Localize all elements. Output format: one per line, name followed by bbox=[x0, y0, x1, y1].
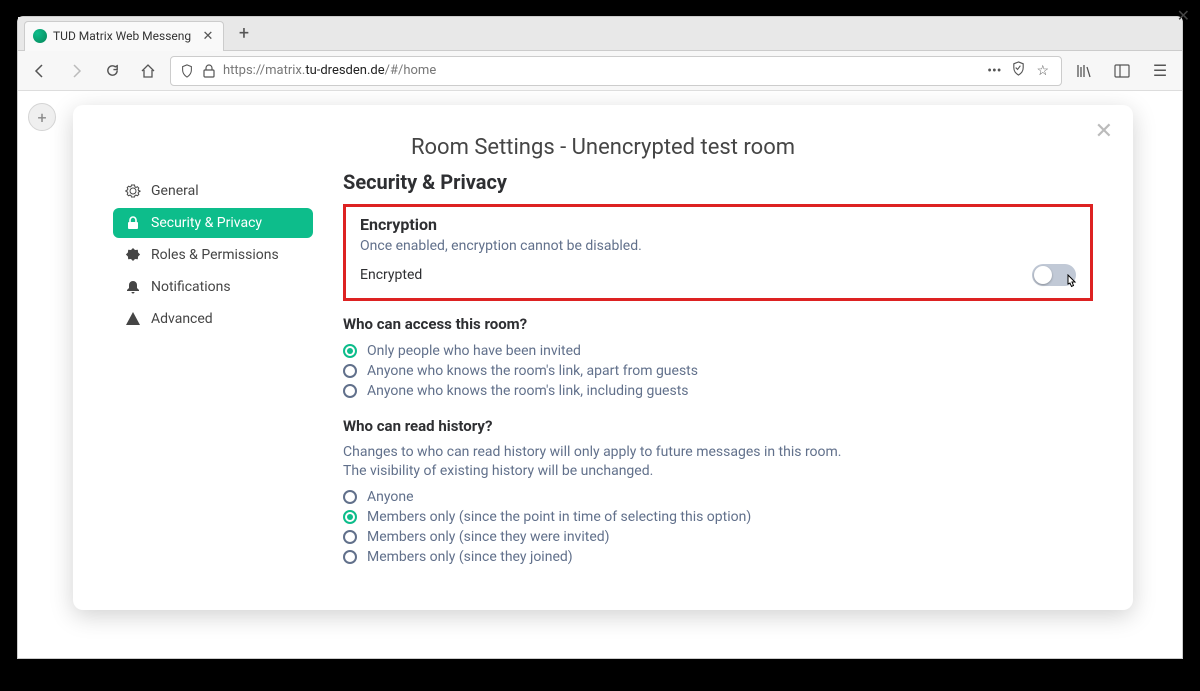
access-option[interactable]: Anyone who knows the room's link, includ… bbox=[343, 381, 1093, 401]
settings-panel: Security & Privacy Encryption Once enabl… bbox=[343, 170, 1093, 590]
toggle-label: Encrypted bbox=[360, 267, 422, 283]
window-close-icon[interactable]: ✕ bbox=[1177, 6, 1190, 25]
forward-button[interactable] bbox=[62, 57, 90, 85]
reload-button[interactable] bbox=[98, 57, 126, 85]
radio-icon bbox=[343, 384, 357, 398]
radio-icon bbox=[343, 530, 357, 544]
tab-bar: TUD Matrix Web Messeng ✕ + bbox=[18, 17, 1182, 51]
bookmark-star-icon[interactable]: ☆ bbox=[1036, 63, 1049, 79]
radio-icon bbox=[343, 550, 357, 564]
history-section: Who can read history? Changes to who can… bbox=[343, 417, 1093, 567]
history-option[interactable]: Members only (since they were invited) bbox=[343, 527, 1093, 547]
page-content: + M ✕ Room Settings - Unencrypted test r… bbox=[18, 91, 1182, 658]
badge-icon bbox=[125, 247, 141, 263]
access-section: Who can access this room? Only people wh… bbox=[343, 315, 1093, 401]
toggle-knob bbox=[1034, 266, 1052, 284]
radio-icon bbox=[343, 510, 357, 524]
tab-close-icon[interactable]: ✕ bbox=[201, 29, 215, 43]
add-room-button[interactable]: + bbox=[28, 103, 56, 131]
nav-item-advanced[interactable]: Advanced bbox=[113, 304, 313, 334]
history-option[interactable]: Members only (since the point in time of… bbox=[343, 507, 1093, 527]
bell-icon bbox=[125, 279, 141, 295]
nav-item-security[interactable]: Security & Privacy bbox=[113, 208, 313, 238]
nav-item-label: Advanced bbox=[151, 311, 213, 327]
radio-icon bbox=[343, 364, 357, 378]
radio-label: Anyone who knows the room's link, apart … bbox=[367, 363, 698, 379]
browser-tab[interactable]: TUD Matrix Web Messeng ✕ bbox=[24, 21, 224, 51]
page-actions-icon[interactable]: ••• bbox=[987, 63, 1001, 79]
new-tab-button[interactable]: + bbox=[230, 20, 258, 48]
favicon-icon bbox=[33, 29, 47, 43]
gear-icon bbox=[125, 183, 141, 199]
radio-label: Anyone bbox=[367, 489, 414, 505]
nav-item-roles[interactable]: Roles & Permissions bbox=[113, 240, 313, 270]
url-text: https://matrix.tu-dresden.de/#/home bbox=[223, 63, 981, 78]
access-option[interactable]: Anyone who knows the room's link, apart … bbox=[343, 361, 1093, 381]
radio-label: Only people who have been invited bbox=[367, 343, 581, 359]
nav-item-label: Security & Privacy bbox=[151, 215, 262, 231]
section-title: Who can access this room? bbox=[343, 315, 1093, 333]
home-button[interactable] bbox=[134, 57, 162, 85]
nav-item-general[interactable]: General bbox=[113, 176, 313, 206]
history-option[interactable]: Anyone bbox=[343, 487, 1093, 507]
menu-icon[interactable]: ☰ bbox=[1146, 57, 1174, 85]
room-settings-dialog: ✕ Room Settings - Unencrypted test room … bbox=[73, 105, 1133, 610]
radio-icon bbox=[343, 490, 357, 504]
radio-label: Anyone who knows the room's link, includ… bbox=[367, 383, 689, 399]
library-icon[interactable] bbox=[1070, 57, 1098, 85]
reader-shield-icon[interactable] bbox=[1011, 61, 1026, 80]
section-description: Once enabled, encryption cannot be disab… bbox=[360, 238, 1076, 254]
section-title: Encryption bbox=[360, 215, 1076, 234]
history-option[interactable]: Members only (since they joined) bbox=[343, 547, 1093, 567]
section-title: Who can read history? bbox=[343, 417, 1093, 435]
nav-item-notifications[interactable]: Notifications bbox=[113, 272, 313, 302]
nav-item-label: Roles & Permissions bbox=[151, 247, 279, 263]
close-icon[interactable]: ✕ bbox=[1095, 121, 1113, 143]
nav-toolbar: https://matrix.tu-dresden.de/#/home ••• … bbox=[18, 51, 1182, 91]
lock-icon bbox=[125, 215, 141, 231]
back-button[interactable] bbox=[26, 57, 54, 85]
browser-window: ✕ TUD Matrix Web Messeng ✕ + ht bbox=[17, 16, 1183, 659]
address-bar[interactable]: https://matrix.tu-dresden.de/#/home ••• … bbox=[170, 56, 1062, 86]
warning-icon bbox=[125, 311, 141, 327]
radio-label: Members only (since they were invited) bbox=[367, 529, 610, 545]
dialog-title: Room Settings - Unencrypted test room bbox=[113, 135, 1093, 160]
section-note: Changes to who can read history will onl… bbox=[343, 443, 1093, 481]
cursor-pointer-icon bbox=[1064, 274, 1078, 294]
lock-icon[interactable] bbox=[201, 63, 217, 79]
radio-label: Members only (since the point in time of… bbox=[367, 509, 751, 525]
shield-icon[interactable] bbox=[179, 63, 195, 79]
sidebar-toggle-icon[interactable] bbox=[1108, 57, 1136, 85]
radio-icon bbox=[343, 344, 357, 358]
radio-label: Members only (since they joined) bbox=[367, 549, 573, 565]
tab-title: TUD Matrix Web Messeng bbox=[53, 29, 195, 43]
encryption-toggle[interactable] bbox=[1032, 264, 1076, 286]
access-option[interactable]: Only people who have been invited bbox=[343, 341, 1093, 361]
settings-nav: General Security & Privacy Roles & Permi… bbox=[113, 170, 313, 590]
encryption-section: Encryption Once enabled, encryption cann… bbox=[343, 204, 1093, 301]
panel-heading: Security & Privacy bbox=[343, 170, 1093, 194]
nav-item-label: Notifications bbox=[151, 279, 231, 295]
nav-item-label: General bbox=[151, 183, 199, 199]
